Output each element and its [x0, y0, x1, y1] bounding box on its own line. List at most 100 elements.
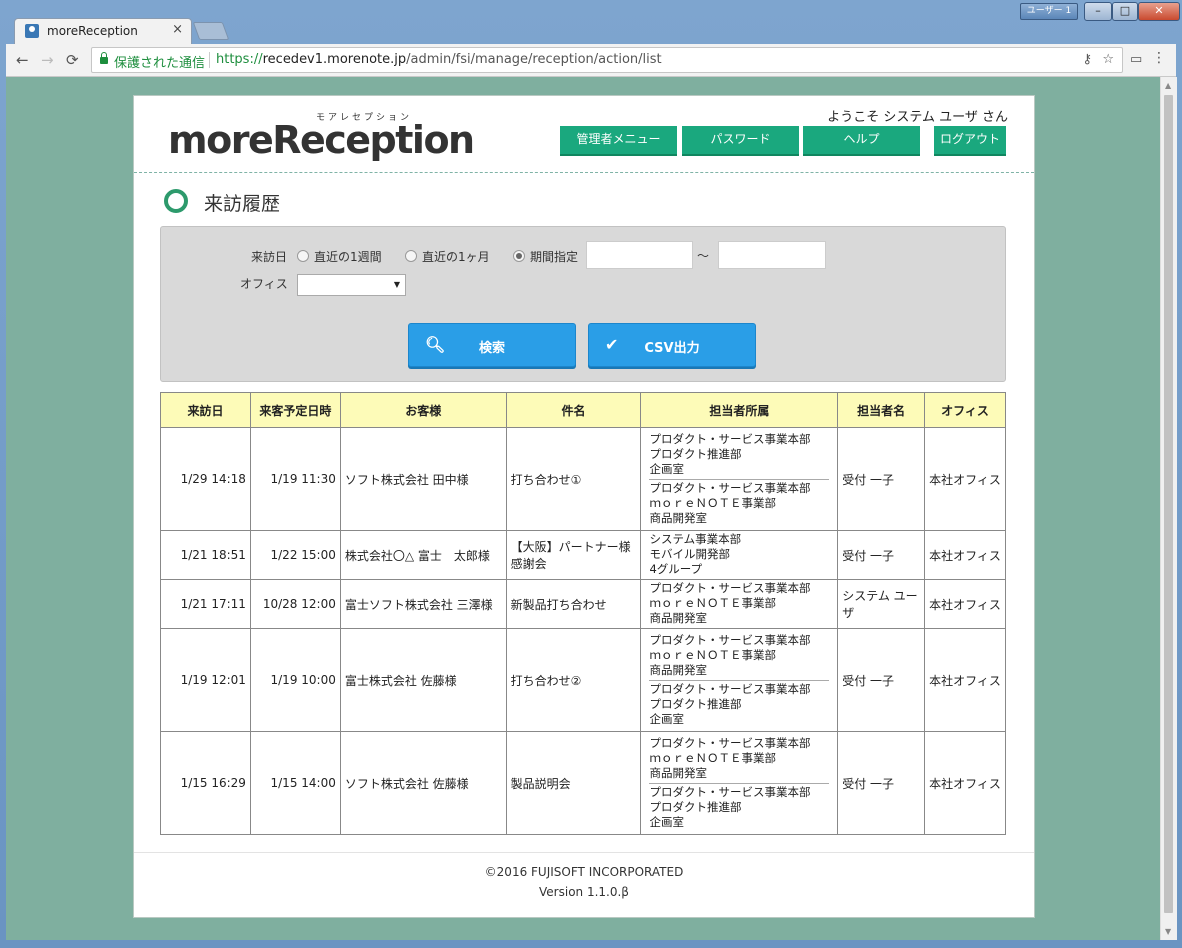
cell-customer: ソフト株式会社 佐藤様 [339, 731, 507, 835]
radio-week-label[interactable]: 直近の1週間 [314, 248, 382, 265]
cast-icon[interactable]: ▭ [1130, 52, 1142, 67]
nav-logout[interactable]: ログアウト [934, 126, 1006, 156]
dropdown-arrow-icon: ▼ [393, 280, 400, 289]
col-customer[interactable]: お客様 [339, 392, 507, 428]
department-line: システム事業本部 [649, 532, 742, 546]
tab-close-icon[interactable]: × [172, 22, 183, 37]
reload-icon[interactable]: ⟳ [66, 51, 79, 69]
cell-department: システム事業本部 モバイル開発部 4グループ [640, 530, 839, 580]
department-line: モバイル開発部 [649, 547, 730, 561]
cell-visit-date: 1/21 17:11 [160, 579, 251, 629]
cell-department: プロダクト・サービス事業本部 ｍｏｒｅＮＯＴＥ事業部 商品開発室 プロダクト・サービス… [640, 731, 839, 835]
nav-help[interactable]: ヘルプ [803, 126, 920, 156]
date-from-input[interactable] [586, 241, 693, 269]
table-row[interactable]: 1/15 16:29 1/15 14:00 ソフト株式会社 佐藤様 製品説明会 プロダク… [160, 731, 1006, 835]
cell-person: 受付 一子 [837, 530, 926, 580]
cell-subject: 製品説明会 [505, 731, 642, 835]
url-text[interactable]: https://recedev1.morenote.jp/admin/fsi/m… [216, 52, 662, 67]
browser-tab[interactable]: moreReception × [14, 18, 192, 45]
department-line: 商品開発室 [649, 765, 707, 780]
visit-date-label: 来訪日 [251, 250, 288, 264]
url-path: /admin/fsi/manage/reception/action/list [406, 52, 662, 67]
department-line: 企画室 [649, 461, 684, 476]
department-line: ｍｏｒｅＮＯＴＥ事業部 [649, 495, 776, 510]
cell-office: 本社オフィス [924, 427, 1006, 531]
department-line: プロダクト推進部 [649, 446, 742, 461]
department-line: プロダクト・サービス事業本部 [649, 431, 811, 446]
department-line: プロダクト推進部 [649, 696, 742, 711]
department-line: ｍｏｒｅＮＯＴＥ事業部 [649, 750, 776, 765]
cell-customer: 富士株式会社 佐藤様 [339, 628, 507, 732]
nav-password[interactable]: パスワード [682, 126, 799, 156]
scrollbar[interactable]: ▲ ▼ [1160, 77, 1177, 940]
department-line: 商品開発室 [649, 510, 707, 525]
department-line: 商品開発室 [649, 662, 707, 677]
page-title: 来訪履歴 [204, 193, 281, 215]
address-separator [209, 52, 210, 68]
table-row[interactable]: 1/21 18:51 1/22 15:00 株式会社〇△ 富士 太郎様 【大阪】パート… [160, 530, 1006, 580]
department-block: プロダクト・サービス事業本部 プロダクト推進部 企画室 [645, 431, 833, 479]
radio-period-label[interactable]: 期間指定 [530, 248, 578, 265]
bookmark-star-icon[interactable]: ☆ [1102, 52, 1114, 67]
department-block: プロダクト・サービス事業本部 プロダクト推進部 企画室 [649, 679, 830, 729]
forward-arrow-icon[interactable]: → [41, 51, 54, 69]
cell-person: 受付 一子 [837, 427, 926, 531]
col-department[interactable]: 担当者所属 [640, 392, 839, 428]
back-arrow-icon[interactable]: ← [16, 51, 29, 69]
department-line: ｍｏｒｅＮＯＴＥ事業部 [649, 647, 776, 662]
cell-department: プロダクト・サービス事業本部 ｍｏｒｅＮＯＴＥ事業部 商品開発室プロダクト・サービス… [640, 628, 839, 732]
office-select[interactable]: ▼ [297, 274, 406, 296]
department-block: システム事業本部 モバイル開発部 4グループ [645, 531, 833, 579]
csv-export-button[interactable]: ✔ CSV出力 [588, 323, 756, 367]
url-host: recedev1.morenote.jp [262, 52, 407, 67]
cell-scheduled: 1/19 11:30 [249, 427, 341, 531]
department-line: 企画室 [649, 711, 684, 726]
title-ring-icon [164, 189, 188, 213]
scroll-down-icon[interactable]: ▼ [1165, 927, 1171, 936]
new-tab-button[interactable] [192, 22, 230, 40]
date-to-input[interactable] [718, 241, 826, 269]
address-bar[interactable]: 保護された通信 https://recedev1.morenote.jp/adm… [91, 47, 1123, 73]
maximize-button[interactable]: □ [1112, 2, 1138, 21]
table-row[interactable]: 1/29 14:18 1/19 11:30 ソフト株式会社 田中様 打ち合わせ① プロダ… [160, 427, 1006, 531]
col-scheduled[interactable]: 来客予定日時 [249, 392, 341, 428]
cell-customer: 株式会社〇△ 富士 太郎様 [339, 530, 507, 580]
version: Version 1.1.0.β [539, 885, 629, 899]
minimize-button[interactable]: – [1084, 2, 1112, 21]
header-divider [134, 172, 1034, 173]
csv-button-label: CSV出力 [644, 341, 700, 356]
department-line: プロダクト・サービス事業本部 [649, 632, 811, 647]
close-window-button[interactable]: ✕ [1138, 2, 1180, 21]
nav-admin-menu[interactable]: 管理者メニュー [560, 126, 677, 156]
profile-button[interactable]: ユーザー 1 [1020, 3, 1078, 20]
table-row[interactable]: 1/21 17:11 10/28 12:00 富士ソフト株式会社 三澤様 新製品打ち合… [160, 579, 1006, 629]
cell-subject: 打ち合わせ① [505, 427, 642, 531]
department-line: ｍｏｒｅＮＯＴＥ事業部 [649, 596, 776, 610]
table-row[interactable]: 1/19 12:01 1/19 10:00 富士株式会社 佐藤様 打ち合わせ② プロダク… [160, 628, 1006, 732]
copyright: ©2016 FUJISOFT INCORPORATED [484, 865, 684, 879]
radio-month-label[interactable]: 直近の1ヶ月 [422, 248, 490, 265]
cell-visit-date: 1/29 14:18 [160, 427, 251, 531]
radio-period[interactable] [513, 250, 525, 262]
department-line: 4グループ [649, 562, 703, 576]
col-subject[interactable]: 件名 [505, 392, 642, 428]
security-indicator[interactable]: 保護された通信 [114, 52, 205, 71]
scroll-up-icon[interactable]: ▲ [1165, 81, 1171, 90]
department-line: 企画室 [649, 814, 684, 829]
favicon-icon [25, 24, 39, 38]
cell-visit-date: 1/15 16:29 [160, 731, 251, 835]
radio-month[interactable] [405, 250, 417, 262]
scroll-thumb[interactable] [1164, 95, 1173, 913]
app-page: モアレセプション moreReception ようこそ システム ユーザ さん … [133, 95, 1035, 918]
key-icon[interactable]: ⚷ [1082, 52, 1092, 67]
radio-week[interactable] [297, 250, 309, 262]
date-range-tilde: ～ [697, 249, 710, 263]
search-button[interactable]: 🔍︎ 検索 [408, 323, 576, 367]
cell-department: プロダクト・サービス事業本部 プロダクト推進部 企画室 プロダクト・サービス事業本部 ｍ… [640, 427, 839, 531]
menu-kebab-icon[interactable]: ⋮ [1152, 50, 1166, 66]
col-office[interactable]: オフィス [924, 392, 1006, 428]
col-visit-date[interactable]: 来訪日 [160, 392, 251, 428]
footer-divider [134, 852, 1034, 853]
department-block: プロダクト・サービス事業本部 ｍｏｒｅＮＯＴＥ事業部 商品開発室 [645, 735, 833, 783]
col-person[interactable]: 担当者名 [837, 392, 926, 428]
